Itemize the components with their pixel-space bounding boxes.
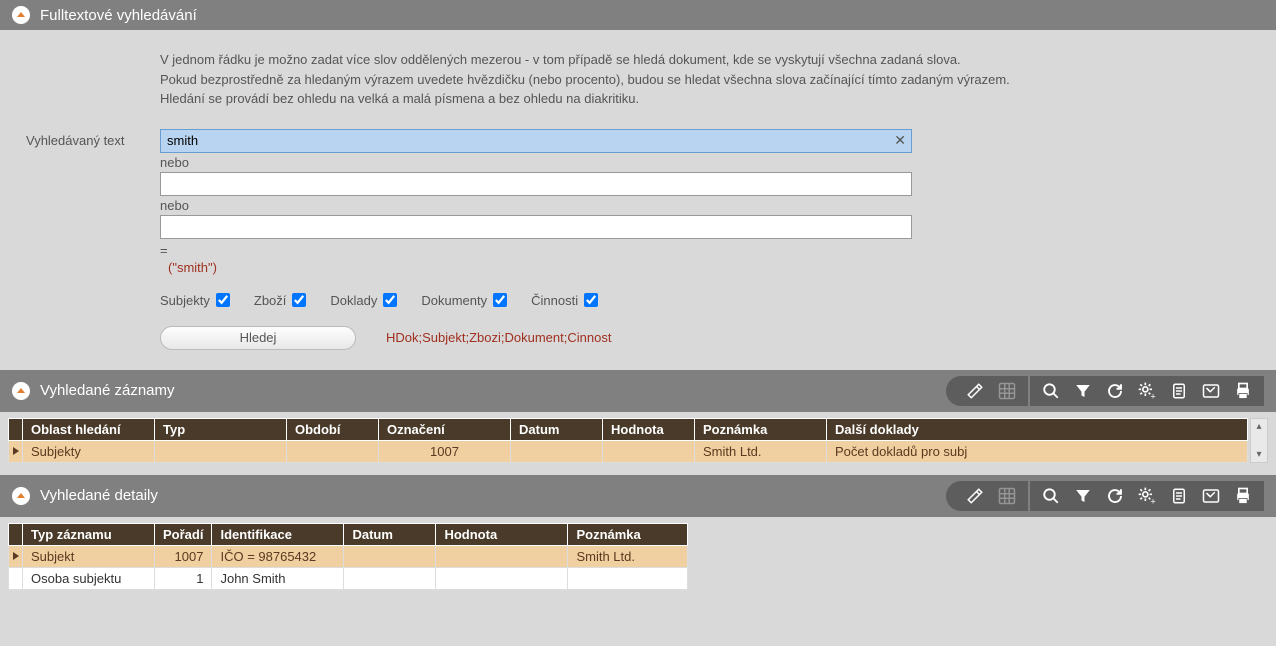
row-caret-icon bbox=[9, 545, 23, 567]
search-button[interactable]: Hledej bbox=[160, 326, 356, 350]
collapse-icon[interactable] bbox=[12, 382, 30, 400]
scroll-down-icon[interactable]: ▾ bbox=[1256, 447, 1261, 462]
col-header[interactable]: Označení bbox=[379, 418, 511, 440]
cell-poznamka: Smith Ltd. bbox=[695, 440, 827, 462]
panel-title: Fulltextové vyhledávání bbox=[40, 7, 197, 24]
cell-dalsi: Počet dokladů pro subj bbox=[827, 440, 1248, 462]
col-header[interactable]: Období bbox=[287, 418, 379, 440]
gear-plus-icon[interactable]: + bbox=[1136, 485, 1158, 507]
col-header[interactable]: Datum bbox=[344, 523, 436, 545]
row-caret-icon bbox=[9, 567, 23, 589]
edit-icon[interactable] bbox=[964, 485, 986, 507]
clipboard-icon[interactable] bbox=[1168, 380, 1190, 402]
help-line: Pokud bezprostředně za hledaným výrazem … bbox=[160, 70, 1266, 90]
panel-title: Vyhledané záznamy bbox=[40, 382, 175, 399]
results-grid: Oblast hledání Typ Období Označení Datum… bbox=[8, 418, 1248, 463]
checkbox-row: Subjekty Zboží Doklady Dokumenty Činnost… bbox=[160, 293, 1266, 308]
collapse-icon[interactable] bbox=[12, 6, 30, 24]
cell-datum bbox=[511, 440, 603, 462]
search-input-3[interactable] bbox=[160, 215, 912, 239]
cell-obdobi bbox=[287, 440, 379, 462]
col-header[interactable]: Typ záznamu bbox=[23, 523, 155, 545]
col-header[interactable]: Hodnota bbox=[436, 523, 568, 545]
result-expression: ("smith") bbox=[168, 260, 1266, 275]
source-list: HDok;Subjekt;Zbozi;Dokument;Cinnost bbox=[386, 330, 611, 345]
refresh-icon[interactable] bbox=[1104, 485, 1126, 507]
col-header[interactable]: Datum bbox=[511, 418, 603, 440]
search-form: V jednom řádku je možno zadat více slov … bbox=[0, 30, 1276, 370]
cell-oznaceni: 1007 bbox=[379, 440, 511, 462]
col-header[interactable]: Další doklady bbox=[827, 418, 1248, 440]
cell-oblast: Subjekty bbox=[23, 440, 155, 462]
refresh-icon[interactable] bbox=[1104, 380, 1126, 402]
cell-datum bbox=[344, 567, 436, 589]
table-row[interactable]: Subjekt1007IČO = 98765432 Smith Ltd. bbox=[9, 545, 688, 567]
panel-title: Vyhledané detaily bbox=[40, 487, 158, 504]
row-caret-icon bbox=[9, 440, 23, 462]
table-row[interactable]: Subjekty 1007 Smith Ltd.Počet dokladů pro … bbox=[9, 440, 1248, 462]
gear-plus-icon[interactable]: + bbox=[1136, 380, 1158, 402]
panel-header-details: Vyhledané detaily + bbox=[0, 475, 1276, 517]
filter-icon[interactable] bbox=[1072, 485, 1094, 507]
svg-text:+: + bbox=[1150, 496, 1155, 506]
export-icon[interactable] bbox=[1200, 380, 1222, 402]
help-line: Hledání se provádí bez ohledu na velká a… bbox=[160, 89, 1266, 109]
check-dokumenty[interactable]: Dokumenty bbox=[421, 293, 507, 308]
grid-icon[interactable] bbox=[996, 485, 1018, 507]
edit-icon[interactable] bbox=[964, 380, 986, 402]
help-text: V jednom řádku je možno zadat více slov … bbox=[160, 50, 1266, 109]
clear-icon[interactable]: ✕ bbox=[894, 132, 906, 149]
cell-hodnota bbox=[436, 567, 568, 589]
cell-hodnota bbox=[603, 440, 695, 462]
col-header[interactable]: Poznámka bbox=[568, 523, 688, 545]
or-label: nebo bbox=[160, 155, 1266, 170]
svg-text:+: + bbox=[1150, 391, 1155, 401]
search-icon[interactable] bbox=[1040, 485, 1062, 507]
cell-ident: John Smith bbox=[212, 567, 344, 589]
collapse-icon[interactable] bbox=[12, 487, 30, 505]
col-header[interactable]: Pořadí bbox=[155, 523, 212, 545]
clipboard-icon[interactable] bbox=[1168, 485, 1190, 507]
details-grid: Typ záznamu Pořadí Identifikace Datum Ho… bbox=[8, 523, 688, 590]
search-input-2[interactable] bbox=[160, 172, 912, 196]
or-label: nebo bbox=[160, 198, 1266, 213]
panel-header-search: Fulltextové vyhledávání bbox=[0, 0, 1276, 30]
search-text-label: Vyhledávaný text bbox=[10, 133, 160, 148]
cell-poznamka: Smith Ltd. bbox=[568, 545, 688, 567]
check-cinnosti[interactable]: Činnosti bbox=[531, 293, 598, 308]
scroll-up-icon[interactable]: ▴ bbox=[1256, 419, 1261, 434]
table-row[interactable]: Osoba subjektu1John Smith bbox=[9, 567, 688, 589]
col-header[interactable]: Hodnota bbox=[603, 418, 695, 440]
cell-poradi: 1007 bbox=[155, 545, 212, 567]
search-icon[interactable] bbox=[1040, 380, 1062, 402]
cell-poradi: 1 bbox=[155, 567, 212, 589]
equals-label: = bbox=[160, 243, 1266, 258]
help-line: V jednom řádku je možno zadat více slov … bbox=[160, 50, 1266, 70]
print-icon[interactable] bbox=[1232, 485, 1254, 507]
col-header[interactable]: Oblast hledání bbox=[23, 418, 155, 440]
filter-icon[interactable] bbox=[1072, 380, 1094, 402]
check-doklady[interactable]: Doklady bbox=[330, 293, 397, 308]
cell-datum bbox=[344, 545, 436, 567]
search-input-1[interactable] bbox=[160, 129, 912, 153]
col-header[interactable]: Typ bbox=[155, 418, 287, 440]
vertical-scrollbar[interactable]: ▴ ▾ bbox=[1250, 418, 1268, 463]
cell-poznamka bbox=[568, 567, 688, 589]
panel-header-results: Vyhledané záznamy + bbox=[0, 370, 1276, 412]
cell-hodnota bbox=[436, 545, 568, 567]
print-icon[interactable] bbox=[1232, 380, 1254, 402]
export-icon[interactable] bbox=[1200, 485, 1222, 507]
col-header[interactable]: Poznámka bbox=[695, 418, 827, 440]
check-zbozi[interactable]: Zboží bbox=[254, 293, 307, 308]
cell-typ: Subjekt bbox=[23, 545, 155, 567]
check-subjekty[interactable]: Subjekty bbox=[160, 293, 230, 308]
cell-typ: Osoba subjektu bbox=[23, 567, 155, 589]
cell-ident: IČO = 98765432 bbox=[212, 545, 344, 567]
grid-icon[interactable] bbox=[996, 380, 1018, 402]
col-header[interactable]: Identifikace bbox=[212, 523, 344, 545]
cell-typ bbox=[155, 440, 287, 462]
